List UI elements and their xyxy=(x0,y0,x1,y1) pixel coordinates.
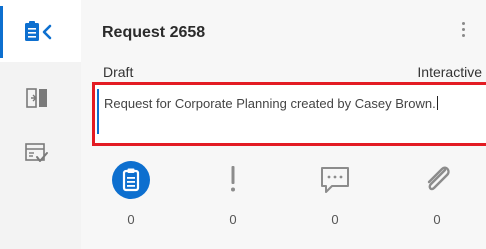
side-rail xyxy=(0,0,81,249)
tab-count: 0 xyxy=(127,212,135,227)
text-caret xyxy=(436,96,438,110)
panel-toggle-icon[interactable] xyxy=(26,88,48,108)
clipboard-icon xyxy=(112,161,150,199)
description-field[interactable]: Request for Corporate Planning created b… xyxy=(97,89,486,134)
rail-item-details[interactable] xyxy=(0,0,81,62)
tab-attachments[interactable]: 0 xyxy=(407,160,467,240)
tab-alerts[interactable]: 0 xyxy=(203,160,263,240)
tab-count: 0 xyxy=(433,212,441,227)
checklist-icon[interactable] xyxy=(25,143,49,165)
status-label: Draft xyxy=(103,64,134,80)
request-title: Request 2658 xyxy=(102,24,206,41)
request-panel: Request 2658 Draft Interactive Request f… xyxy=(0,0,486,249)
comment-icon xyxy=(321,167,349,193)
active-indicator xyxy=(0,6,3,58)
tab-comments[interactable]: 0 xyxy=(305,160,365,240)
tab-count: 0 xyxy=(229,212,237,227)
paperclip-icon xyxy=(427,166,450,191)
tab-details[interactable]: 0 xyxy=(101,160,161,240)
description-highlight: Request for Corporate Planning created b… xyxy=(92,82,486,146)
kebab-menu-icon[interactable] xyxy=(458,22,468,42)
description-text: Request for Corporate Planning created b… xyxy=(104,96,436,111)
exclamation-icon xyxy=(231,166,235,192)
clipboard-collapse-icon[interactable] xyxy=(24,21,52,43)
mode-label: Interactive xyxy=(417,64,482,80)
tab-count: 0 xyxy=(331,212,339,227)
request-main: Request 2658 Draft Interactive Request f… xyxy=(81,0,486,249)
